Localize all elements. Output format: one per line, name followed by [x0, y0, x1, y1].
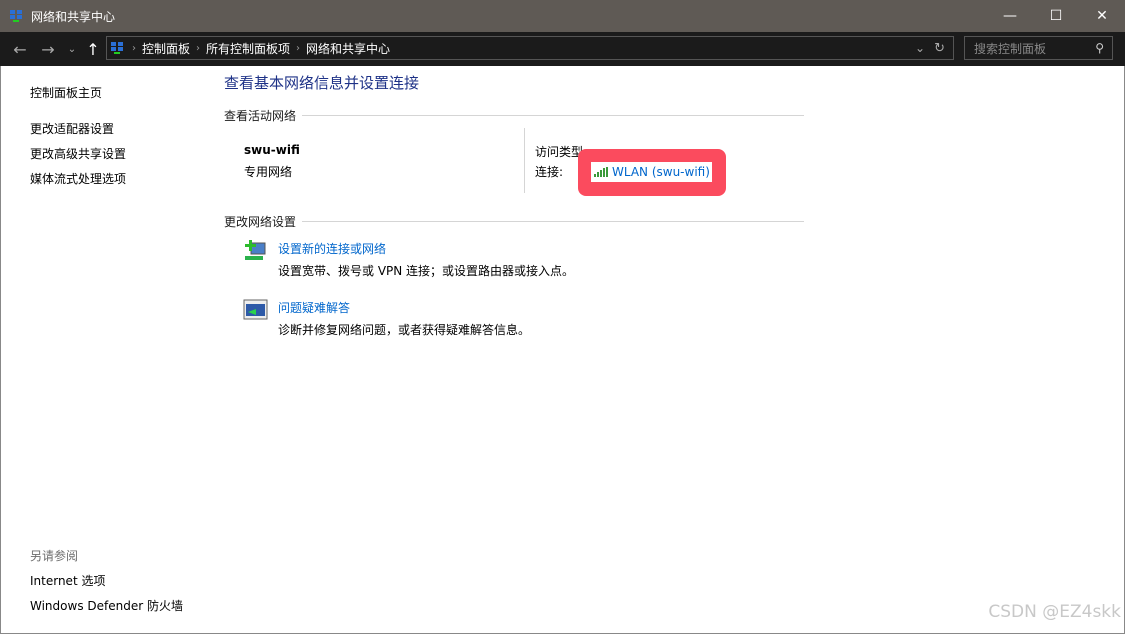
refresh-icon[interactable]: ↻ [934, 41, 945, 56]
chevron-down-icon[interactable]: ⌄ [915, 41, 925, 55]
forward-icon[interactable]: → [36, 32, 60, 66]
search-placeholder: 搜索控制面板 [974, 41, 1047, 56]
divider [524, 128, 525, 193]
back-icon[interactable]: ← [8, 32, 32, 66]
sidebar-item-home[interactable]: 控制面板主页 [30, 84, 102, 101]
network-center-icon [10, 10, 22, 22]
breadcrumb-control-panel[interactable]: 控制面板 [142, 40, 190, 57]
change-settings-section: 更改网络设置 [224, 213, 804, 230]
setup-connection-desc: 设置宽带、拨号或 VPN 连接；或设置路由器或接入点。 [278, 264, 575, 278]
chevron-right-icon: › [132, 42, 136, 54]
breadcrumb-network-center[interactable]: 网络和共享中心 [306, 40, 390, 57]
window-title: 网络和共享中心 [31, 9, 116, 24]
close-button[interactable]: ✕ [1079, 0, 1125, 32]
maximize-button[interactable]: ☐ [1033, 0, 1079, 32]
new-connection-icon [245, 240, 266, 260]
connection-label: 连接: [535, 165, 564, 179]
wlan-connection-text: WLAN (swu-wifi) [612, 165, 710, 179]
internet-options-link[interactable]: Internet 选项 [30, 572, 105, 589]
wlan-connection-link[interactable]: WLAN (swu-wifi) [591, 162, 712, 182]
wifi-signal-icon [594, 167, 608, 177]
sidebar-item-adapter[interactable]: 更改适配器设置 [30, 120, 114, 137]
troubleshoot-link[interactable]: 问题疑难解答 [278, 299, 350, 316]
minimize-button[interactable]: — [987, 0, 1033, 32]
navigation-bar: ← → ⌄ ↑ › 控制面板 › 所有控制面板项 › 网络和共享中心 ⌄ ↻ 搜… [0, 32, 1125, 66]
network-type[interactable]: 专用网络 [244, 163, 292, 180]
watermark: CSDN @EZ4skk [988, 602, 1121, 622]
active-network-section: 查看活动网络 [224, 107, 804, 124]
section-title: 查看活动网络 [224, 109, 297, 123]
up-icon[interactable]: ↑ [82, 32, 104, 66]
breadcrumb-all-items[interactable]: 所有控制面板项 [206, 40, 290, 57]
setup-connection-link[interactable]: 设置新的连接或网络 [278, 240, 386, 257]
title-bar: 网络和共享中心 [0, 0, 1125, 32]
section-title: 更改网络设置 [224, 215, 297, 229]
page-title: 查看基本网络信息并设置连接 [224, 74, 420, 92]
network-center-icon [111, 42, 123, 54]
troubleshoot-desc: 诊断并修复网络问题，或者获得疑难解答信息。 [278, 323, 531, 337]
sidebar-item-media-streaming[interactable]: 媒体流式处理选项 [30, 170, 126, 187]
network-name: swu-wifi [244, 143, 300, 157]
troubleshoot-icon [243, 299, 268, 320]
address-bar[interactable]: › 控制面板 › 所有控制面板项 › 网络和共享中心 ⌄ ↻ [106, 36, 954, 60]
see-also-title: 另请参阅 [30, 549, 79, 563]
chevron-right-icon: › [196, 42, 201, 54]
recent-chevron-icon[interactable]: ⌄ [64, 32, 80, 66]
search-input[interactable]: 搜索控制面板 ⚲ [964, 36, 1113, 60]
chevron-right-icon: › [296, 42, 301, 54]
sidebar-item-advanced-sharing[interactable]: 更改高级共享设置 [30, 145, 126, 162]
search-icon[interactable]: ⚲ [1095, 41, 1104, 55]
firewall-link[interactable]: Windows Defender 防火墙 [30, 597, 183, 614]
